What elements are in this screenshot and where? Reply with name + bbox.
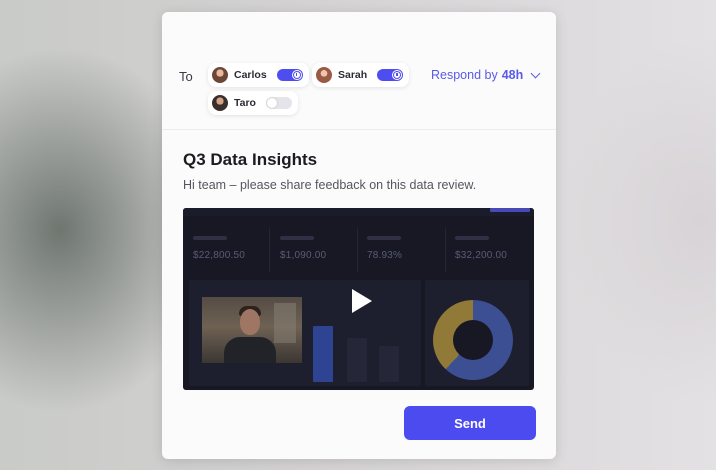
toggle-knob <box>266 98 277 108</box>
recipient-name: Carlos <box>234 69 267 81</box>
compose-card: To Carlos Sarah Taro Respond by 48h Q3 D… <box>162 12 556 459</box>
send-button[interactable]: Send <box>404 406 536 440</box>
recipient-chip-sarah[interactable]: Sarah <box>312 63 410 87</box>
recipient-chip-carlos[interactable]: Carlos <box>208 63 309 87</box>
recipient-name: Sarah <box>338 69 368 81</box>
recipient-toggle[interactable] <box>276 69 303 81</box>
recipient-toggle[interactable] <box>377 69 404 81</box>
respond-by-value: 48h <box>501 68 524 82</box>
message-title: Q3 Data Insights <box>183 150 318 169</box>
recipient-name: Taro <box>234 97 256 109</box>
avatar <box>212 95 228 111</box>
play-icon[interactable] <box>345 286 375 316</box>
avatar <box>212 67 228 83</box>
avatar <box>316 67 332 83</box>
recipient-toggle[interactable] <box>265 97 292 109</box>
to-label: To <box>179 69 193 84</box>
video-preview[interactable]: $22,800.50 $1,090.00 78.93% $32,200.00 <box>183 208 534 390</box>
clock-icon <box>292 71 301 79</box>
message-body[interactable]: Hi team – please share feedback on this … <box>183 178 476 192</box>
respond-by-label: Respond by <box>431 68 498 82</box>
play-glyph <box>352 289 372 313</box>
recipients-bar: To Carlos Sarah Taro Respond by 48h <box>162 12 556 130</box>
chevron-down-icon <box>530 68 541 78</box>
respond-by-dropdown[interactable]: Respond by 48h <box>431 68 541 82</box>
recipient-chip-taro[interactable]: Taro <box>208 91 298 115</box>
